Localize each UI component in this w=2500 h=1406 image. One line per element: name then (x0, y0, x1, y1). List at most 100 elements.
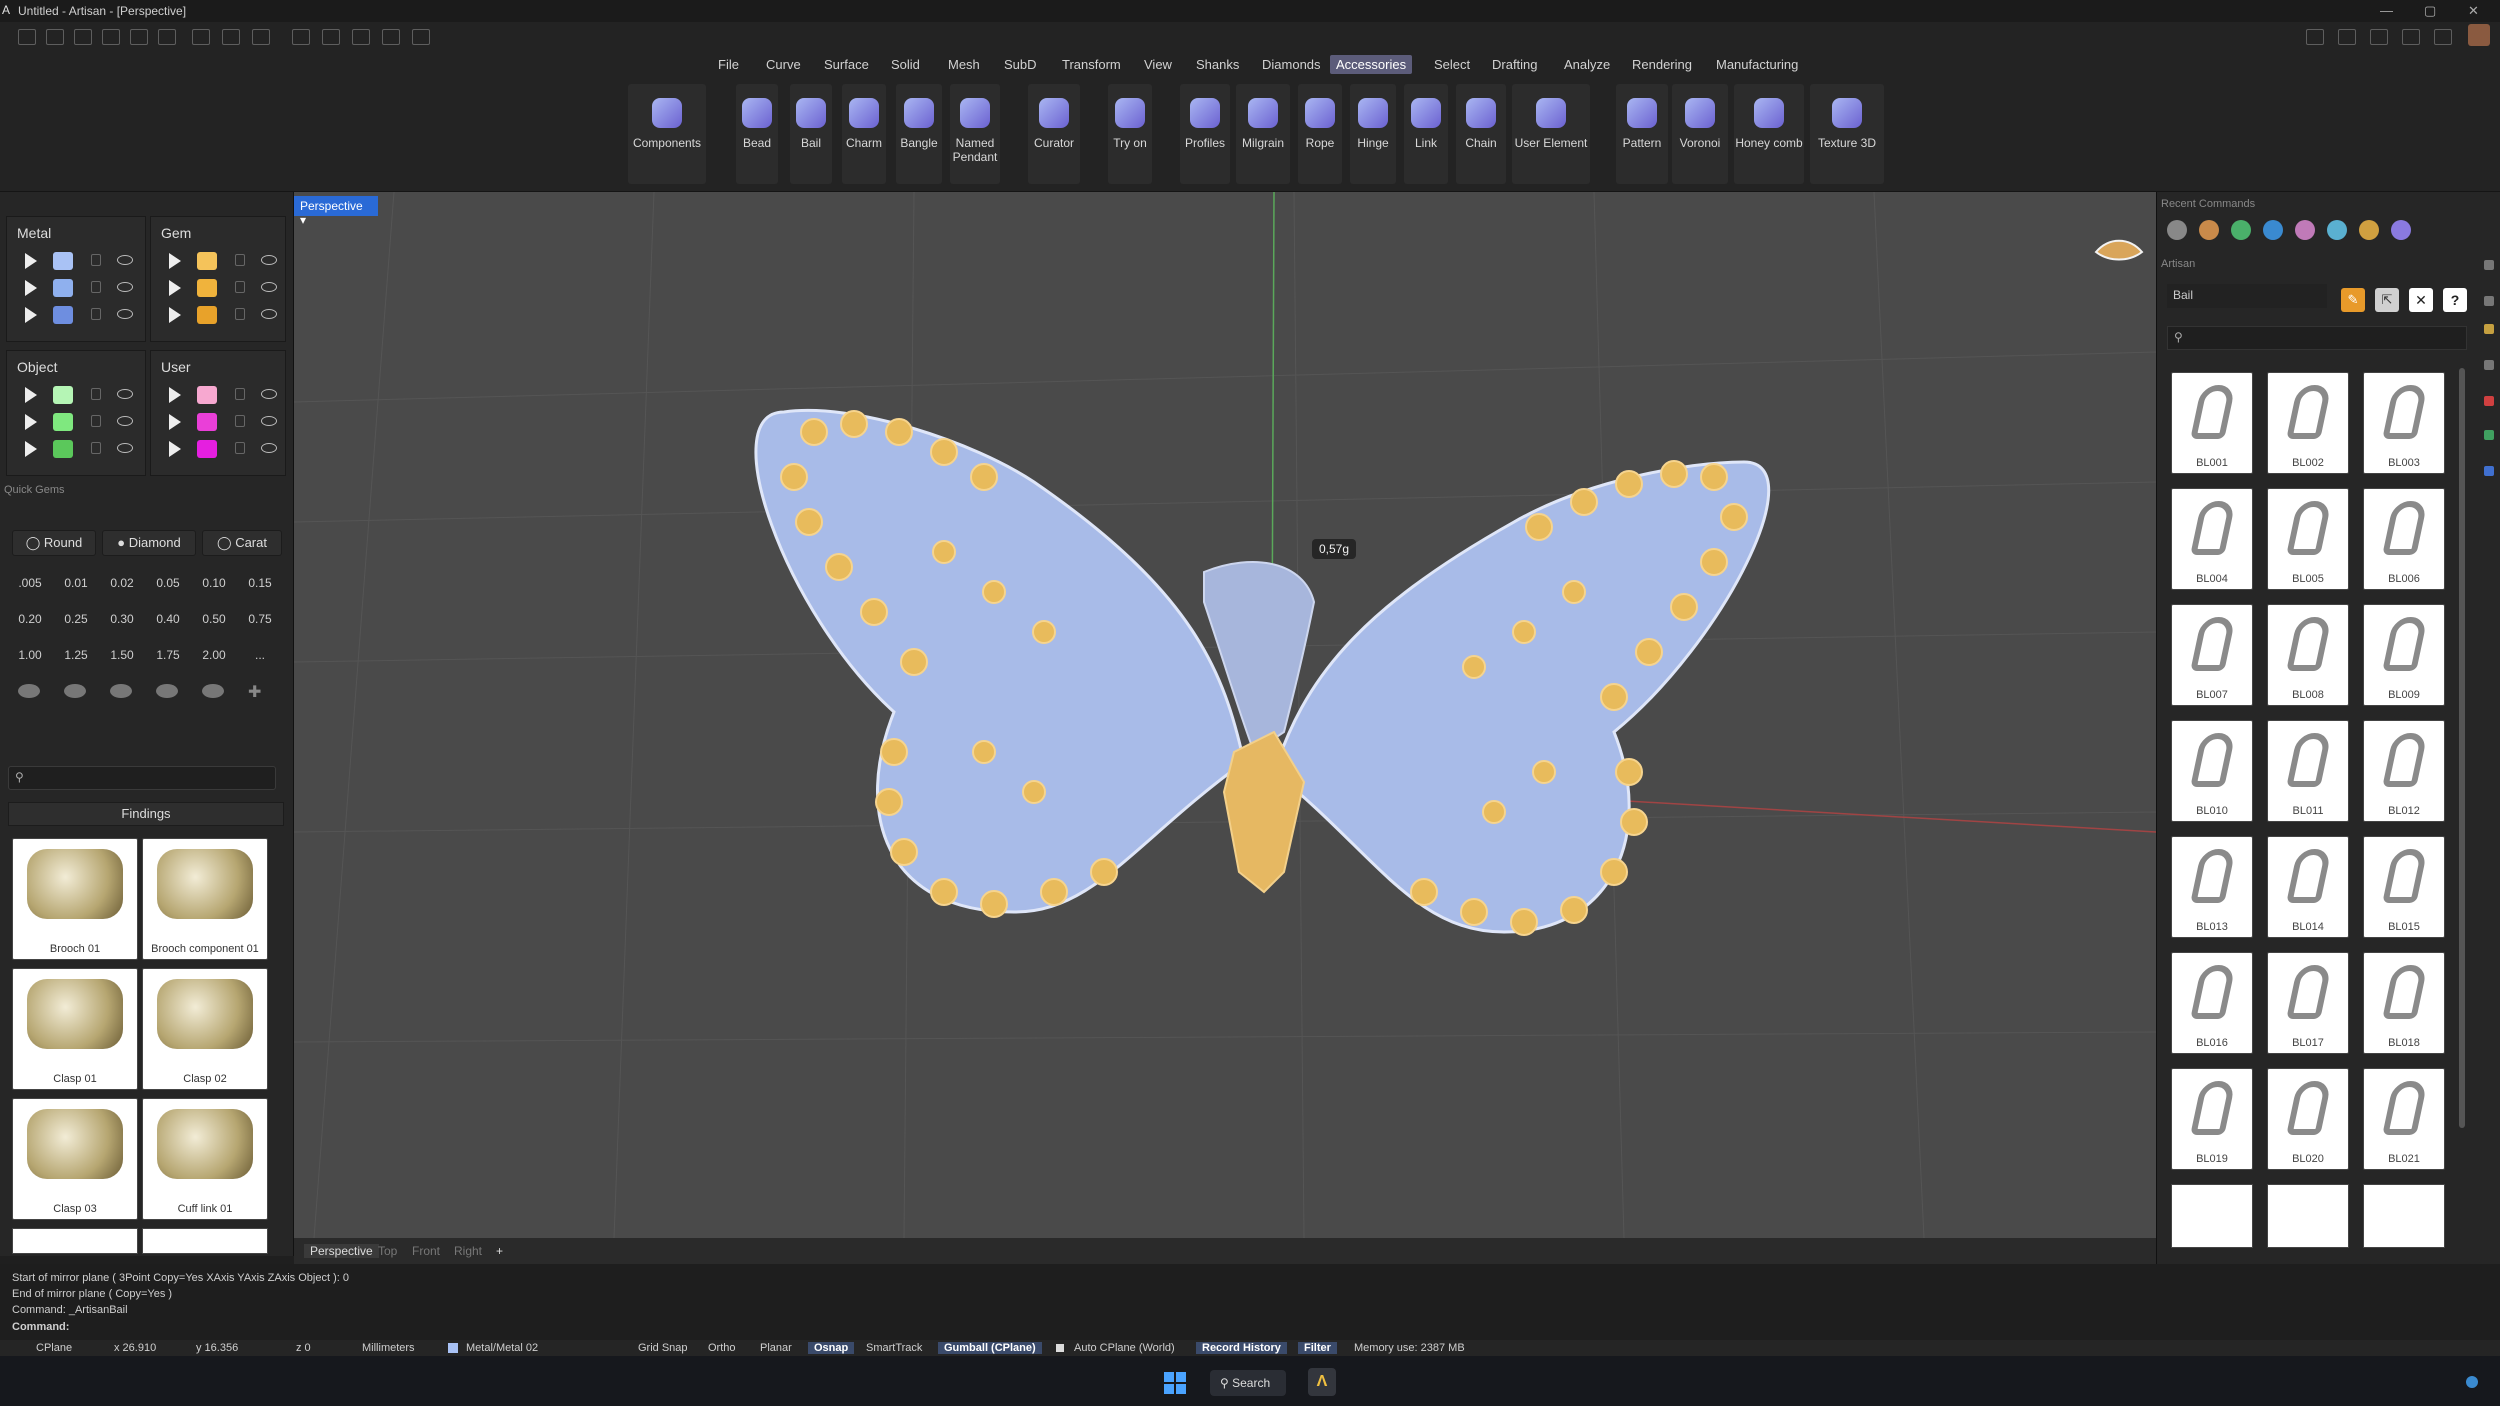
panel-icon-1[interactable] (2306, 29, 2324, 45)
artisan-search-input[interactable]: ⚲ (2167, 326, 2467, 350)
ortho-toggle[interactable]: Ortho (702, 1342, 742, 1354)
color-swatch[interactable] (53, 279, 73, 297)
gem-cut-icon[interactable] (110, 684, 132, 698)
menu-curve[interactable]: Curve (760, 55, 807, 74)
record-history-toggle[interactable]: Record History (1196, 1342, 1287, 1354)
named-pendant-button[interactable]: Named Pendant (950, 84, 1000, 184)
bail-item[interactable]: BL015 (2363, 836, 2445, 938)
gem-cut-icon[interactable] (202, 684, 224, 698)
planar-toggle[interactable]: Planar (754, 1342, 798, 1354)
gem-size-button[interactable]: 0.01 (60, 576, 92, 590)
user-layer-row[interactable] (151, 437, 285, 461)
gem-size-button[interactable]: .005 (14, 576, 46, 590)
diamond-type-button[interactable]: ● Diamond (102, 530, 196, 556)
bail-item[interactable]: BL020 (2267, 1068, 2349, 1170)
finding-item[interactable]: Cuff link 01 (142, 1098, 268, 1220)
close-icon[interactable]: ✕ (2468, 3, 2479, 19)
curator-button[interactable]: Curator (1028, 84, 1080, 184)
gem-cut-icon[interactable] (156, 684, 178, 698)
units-label[interactable]: Millimeters (356, 1342, 421, 1354)
redo-icon[interactable] (158, 29, 176, 45)
gem-size-button[interactable]: 0.50 (198, 612, 230, 626)
import-icon[interactable] (102, 29, 120, 45)
eye-icon[interactable] (117, 255, 133, 265)
hinge-button[interactable]: Hinge (1350, 84, 1396, 184)
findings-search-input[interactable]: ⚲ (8, 766, 276, 790)
current-layer[interactable]: Metal/Metal 02 (460, 1342, 544, 1354)
finding-item[interactable] (12, 1228, 138, 1254)
menu-transform[interactable]: Transform (1056, 55, 1127, 74)
template-icon[interactable] (46, 29, 64, 45)
finding-item[interactable]: Brooch 01 (12, 838, 138, 960)
color-swatch[interactable] (197, 413, 217, 431)
play-icon[interactable] (169, 387, 181, 403)
play-icon[interactable] (25, 387, 37, 403)
gem-layer-row[interactable] (151, 249, 285, 273)
milgrain-button[interactable]: Milgrain (1236, 84, 1290, 184)
eye-icon[interactable] (117, 282, 133, 292)
gem-size-button[interactable]: 0.30 (106, 612, 138, 626)
minimize-icon[interactable]: — (2380, 3, 2393, 18)
windows-start-icon[interactable] (1164, 1372, 1186, 1394)
tab-perspective[interactable]: Perspective (304, 1244, 379, 1258)
bail-list-scrollbar[interactable] (2459, 368, 2465, 1128)
close-panel-icon[interactable]: ✕ (2409, 288, 2433, 312)
gem-size-button[interactable]: 0.15 (244, 576, 276, 590)
bail-item[interactable] (2363, 1184, 2445, 1248)
object-layer-row[interactable] (7, 410, 145, 434)
pattern-button[interactable]: Pattern (1616, 84, 1668, 184)
auto-cplane-toggle[interactable]: Auto CPlane (World) (1068, 1342, 1181, 1354)
recent-command-icon[interactable] (2199, 220, 2219, 240)
try-on-button[interactable]: Try on (1108, 84, 1152, 184)
gem-size-button[interactable]: 1.50 (106, 648, 138, 662)
cplane-label[interactable]: CPlane (30, 1342, 78, 1354)
eye-icon[interactable] (261, 255, 277, 265)
gem-layer-row[interactable] (151, 276, 285, 300)
lock-icon[interactable] (91, 388, 101, 400)
lock-icon[interactable] (91, 281, 101, 293)
user-layer-row[interactable] (151, 410, 285, 434)
recent-command-icon[interactable] (2391, 220, 2411, 240)
gem-size-button[interactable]: 2.00 (198, 648, 230, 662)
side-panel-icon[interactable] (2484, 324, 2494, 334)
bail-item[interactable]: BL010 (2171, 720, 2253, 822)
bail-item[interactable]: BL006 (2363, 488, 2445, 590)
bail-item[interactable]: BL013 (2171, 836, 2253, 938)
add-tab-button[interactable]: + (496, 1244, 503, 1258)
bail-item[interactable]: BL007 (2171, 604, 2253, 706)
gem-cut-icon[interactable] (18, 684, 40, 698)
recent-command-icon[interactable] (2231, 220, 2251, 240)
eye-icon[interactable] (117, 309, 133, 319)
components-button[interactable]: Components (628, 84, 706, 184)
play-icon[interactable] (25, 280, 37, 296)
lock-icon[interactable] (91, 254, 101, 266)
menu-solid[interactable]: Solid (885, 55, 926, 74)
menu-select[interactable]: Select (1428, 55, 1476, 74)
bail-item[interactable]: BL011 (2267, 720, 2349, 822)
texture-3d-button[interactable]: Texture 3D (1810, 84, 1884, 184)
menu-shanks[interactable]: Shanks (1190, 55, 1245, 74)
grid-snap-toggle[interactable]: Grid Snap (632, 1342, 694, 1354)
user-element-button[interactable]: User Element (1512, 84, 1590, 184)
play-icon[interactable] (25, 307, 37, 323)
tool-icon-5[interactable] (412, 29, 430, 45)
tab-front[interactable]: Front (412, 1244, 440, 1258)
eye-icon[interactable] (261, 416, 277, 426)
command-prompt[interactable]: Command: (12, 1321, 69, 1333)
bail-button[interactable]: Bail (790, 84, 832, 184)
recent-command-icon[interactable] (2327, 220, 2347, 240)
tool-icon-2[interactable] (322, 29, 340, 45)
osnap-toggle[interactable]: Osnap (808, 1342, 855, 1354)
lock-icon[interactable] (235, 281, 245, 293)
color-swatch[interactable] (53, 252, 73, 270)
charm-button[interactable]: Charm (842, 84, 886, 184)
artisan-category-field[interactable]: Bail (2167, 284, 2327, 308)
bail-item[interactable]: BL012 (2363, 720, 2445, 822)
side-panel-icon[interactable] (2484, 466, 2494, 476)
finding-item[interactable] (142, 1228, 268, 1254)
avatar[interactable] (2468, 24, 2490, 46)
side-panel-icon[interactable] (2484, 396, 2494, 406)
rope-button[interactable]: Rope (1298, 84, 1342, 184)
menu-view[interactable]: View (1138, 55, 1178, 74)
object-layer-row[interactable] (7, 437, 145, 461)
